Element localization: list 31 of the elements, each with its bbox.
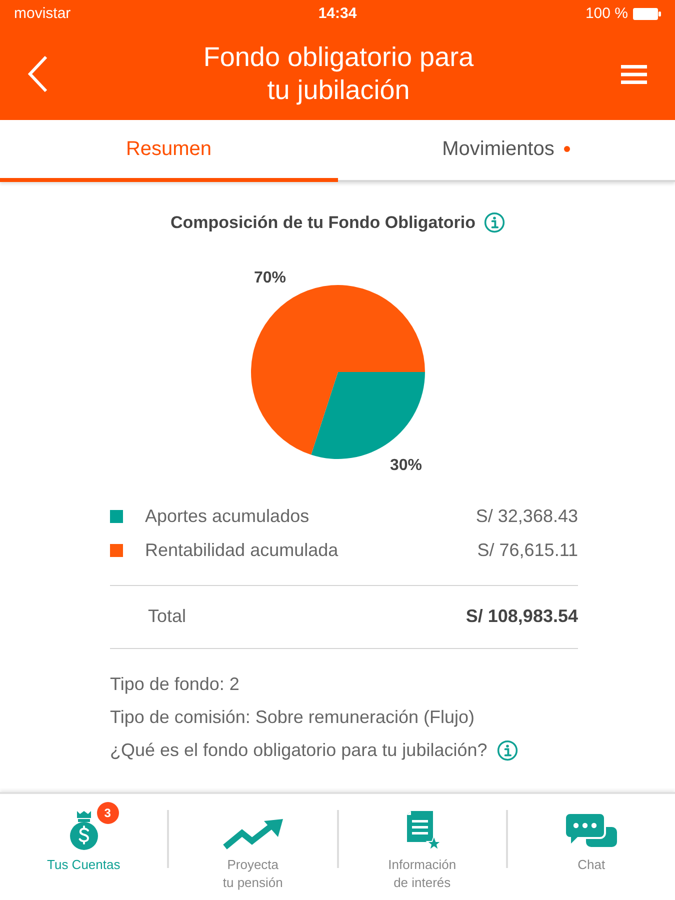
battery-percent: 100 % [585, 4, 628, 24]
detail-text: Tipo de fondo: 2 [110, 672, 240, 696]
clock-time: 14:34 [318, 4, 357, 24]
screen-title: Fondo obligatorio para tu jubilación [203, 41, 474, 107]
tab[interactable]: Movimientos [338, 120, 675, 182]
info-icon[interactable] [484, 212, 505, 234]
chart-title: Composición de tu Fondo Obligatorio [170, 212, 476, 234]
value-label: 30% [390, 456, 422, 474]
tab[interactable]: Resumen [0, 120, 338, 182]
legend-label: Aportes acumulados [145, 505, 310, 528]
detail-text: Tipo de comisión: Sobre remuneración (Flujo) [110, 706, 476, 729]
notification-badge: 3 [96, 802, 119, 824]
back-chevron-icon [28, 56, 48, 92]
nav-item[interactable]: 3 Tus Cuentas [0, 794, 168, 874]
nav-item[interactable]: Chat [508, 794, 675, 874]
legend-amount: S/ 76,615.11 [477, 539, 578, 562]
chat-bubbles-icon [564, 812, 618, 850]
nav-item[interactable]: Proyecta tu pensión [169, 794, 336, 892]
value-label: 70% [253, 269, 286, 286]
legend-label: Rentabilidad acumulada [145, 539, 340, 562]
total-label: Total [148, 605, 188, 628]
carrier-name: movistar [14, 4, 72, 24]
battery-icon [633, 8, 661, 20]
nav-item[interactable]: Información de interés [338, 794, 506, 892]
menu-icon [621, 64, 647, 84]
info-icon[interactable] [497, 740, 518, 760]
help-link[interactable]: ¿Qué es el fondo obligatorio para tu jubilación? [110, 736, 488, 764]
trend-arrow-icon [222, 818, 284, 850]
menu-button[interactable] [621, 64, 647, 84]
legend-amount: S/ 32,368.43 [476, 505, 578, 528]
total-amount: S/ 108,983.54 [466, 605, 578, 628]
